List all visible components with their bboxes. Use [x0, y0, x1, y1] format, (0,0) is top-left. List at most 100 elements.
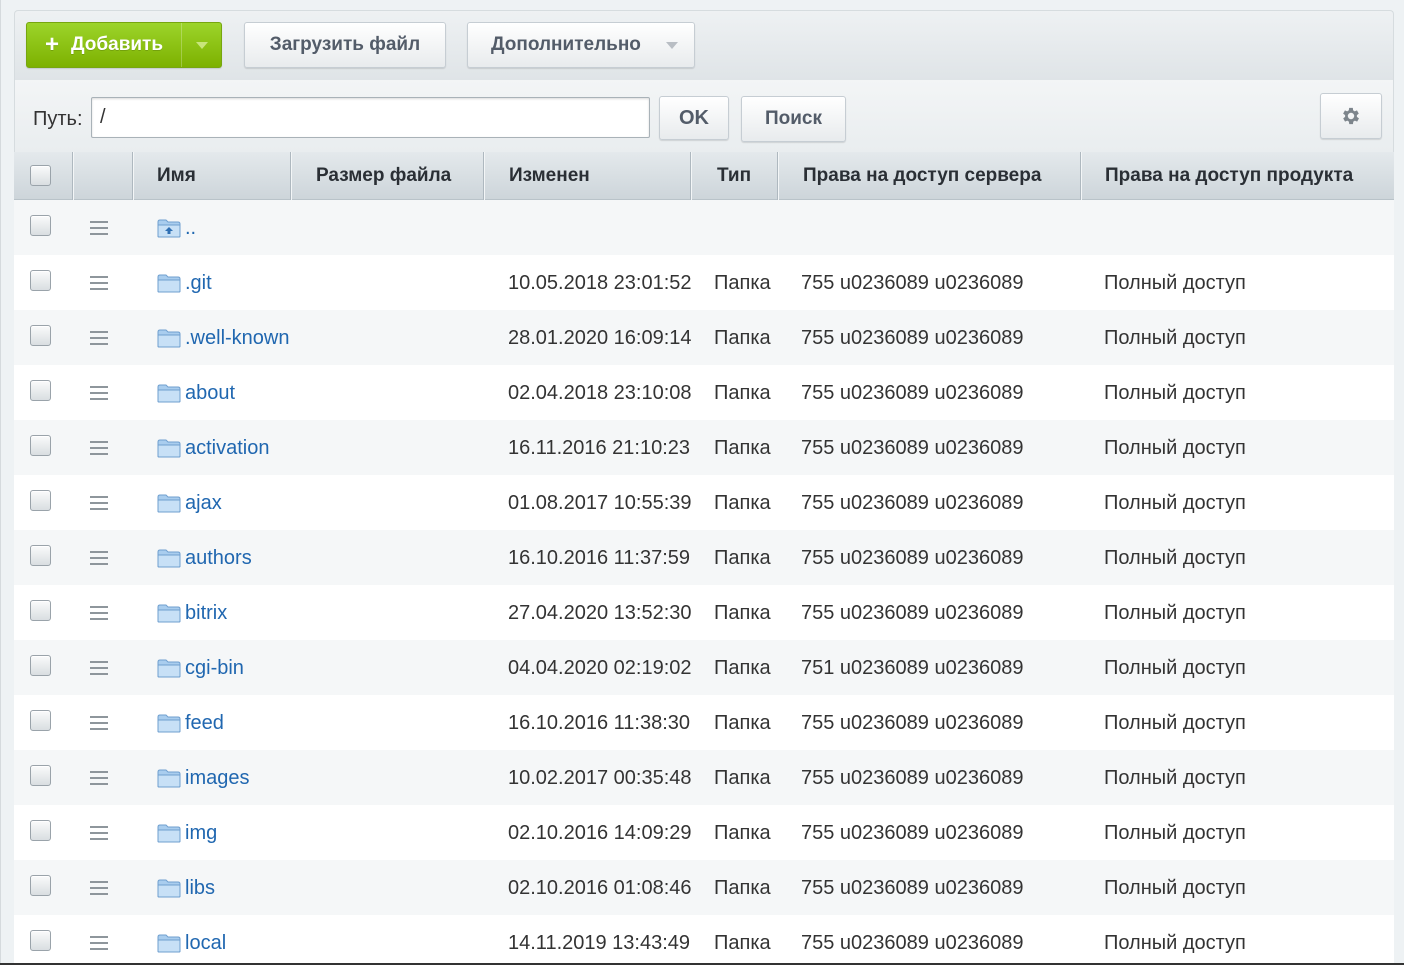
add-button-label: Добавить — [71, 34, 164, 55]
folder-icon — [157, 384, 181, 403]
folder-icon — [157, 329, 181, 348]
column-header-modified[interactable]: Изменен — [509, 152, 590, 200]
row-menu-icon[interactable] — [90, 496, 108, 510]
row-menu-icon[interactable] — [90, 276, 108, 290]
server-rights: 755 u0236089 u0236089 — [801, 822, 1024, 844]
folder-icon — [157, 934, 181, 953]
table-row[interactable] — [14, 200, 1394, 255]
file-name-link[interactable]: .. — [185, 218, 196, 238]
row-checkbox[interactable] — [30, 545, 51, 566]
file-name-link[interactable]: feed — [185, 713, 224, 733]
more-actions-button[interactable]: Дополнительно — [467, 22, 695, 68]
file-name-link[interactable]: .git — [185, 273, 212, 293]
add-dropdown-toggle[interactable] — [181, 23, 221, 67]
row-menu-icon[interactable] — [90, 936, 108, 950]
server-rights: 755 u0236089 u0236089 — [801, 382, 1024, 404]
modified-date: 16.10.2016 11:38:30 — [508, 712, 691, 734]
ok-button-label: OK — [679, 106, 709, 129]
row-menu-icon[interactable] — [90, 441, 108, 455]
row-checkbox[interactable] — [30, 270, 51, 291]
file-type: Папка — [714, 602, 771, 624]
file-name-link[interactable]: .well-known — [185, 328, 289, 348]
select-all-checkbox[interactable] — [30, 165, 51, 186]
row-checkbox[interactable] — [30, 215, 51, 236]
upload-file-label: Загрузить файл — [269, 34, 421, 55]
product-rights: Полный доступ — [1104, 712, 1246, 734]
upload-file-button[interactable]: Загрузить файл — [244, 22, 446, 68]
product-rights: Полный доступ — [1104, 437, 1246, 459]
modified-date: 04.04.2020 02:19:02 — [508, 657, 692, 679]
server-rights: 755 u0236089 u0236089 — [801, 272, 1024, 294]
column-header-type[interactable]: Тип — [717, 152, 751, 200]
server-rights: 755 u0236089 u0236089 — [801, 602, 1024, 624]
row-menu-icon[interactable] — [90, 881, 108, 895]
row-menu-icon[interactable] — [90, 661, 108, 675]
file-type: Папка — [714, 327, 771, 349]
search-button-label: Поиск — [764, 108, 823, 129]
row-menu-icon[interactable] — [90, 221, 108, 235]
file-name-link[interactable]: img — [185, 823, 217, 843]
file-type: Папка — [714, 382, 771, 404]
modified-date: 28.01.2020 16:09:14 — [508, 327, 692, 349]
row-checkbox[interactable] — [30, 600, 51, 621]
server-rights: 755 u0236089 u0236089 — [801, 712, 1024, 734]
file-type: Папка — [714, 492, 771, 514]
row-checkbox[interactable] — [30, 930, 51, 951]
row-checkbox[interactable] — [30, 380, 51, 401]
chevron-down-icon — [666, 42, 678, 49]
file-name-link[interactable]: bitrix — [185, 603, 227, 623]
modified-date: 27.04.2020 13:52:30 — [508, 602, 692, 624]
settings-button[interactable] — [1320, 93, 1382, 139]
file-name-link[interactable]: ajax — [185, 493, 222, 513]
more-actions-label: Дополнительно — [491, 34, 641, 55]
column-header-product-rights[interactable]: Права на доступ продукта — [1105, 152, 1353, 200]
modified-date: 01.08.2017 10:55:39 — [508, 492, 692, 514]
file-name-link[interactable]: about — [185, 383, 235, 403]
file-name-link[interactable]: libs — [185, 878, 215, 898]
row-checkbox[interactable] — [30, 435, 51, 456]
add-button[interactable]: + Добавить — [26, 22, 222, 68]
row-menu-icon[interactable] — [90, 771, 108, 785]
product-rights: Полный доступ — [1104, 657, 1246, 679]
file-name-link[interactable]: cgi-bin — [185, 658, 244, 678]
row-checkbox[interactable] — [30, 710, 51, 731]
row-menu-icon[interactable] — [90, 606, 108, 620]
folder-icon — [157, 439, 181, 458]
modified-date: 02.04.2018 23:10:08 — [508, 382, 692, 404]
row-checkbox[interactable] — [30, 490, 51, 511]
file-name-link[interactable]: images — [185, 768, 249, 788]
file-name-link[interactable]: activation — [185, 438, 270, 458]
row-menu-icon[interactable] — [90, 716, 108, 730]
column-header-server-rights[interactable]: Права на доступ сервера — [803, 152, 1041, 200]
row-menu-icon[interactable] — [90, 386, 108, 400]
ok-button[interactable]: OK — [659, 96, 729, 140]
column-header-name[interactable]: Имя — [157, 152, 196, 200]
product-rights: Полный доступ — [1104, 547, 1246, 569]
product-rights: Полный доступ — [1104, 822, 1246, 844]
plus-icon: + — [45, 31, 60, 58]
row-checkbox[interactable] — [30, 765, 51, 786]
gear-icon — [1343, 107, 1359, 125]
product-rights: Полный доступ — [1104, 272, 1246, 294]
row-menu-icon[interactable] — [90, 826, 108, 840]
column-divider — [1080, 152, 1081, 200]
path-input[interactable] — [91, 97, 650, 138]
file-name-link[interactable]: local — [185, 933, 226, 953]
product-rights: Полный доступ — [1104, 327, 1246, 349]
row-checkbox[interactable] — [30, 875, 51, 896]
row-menu-icon[interactable] — [90, 551, 108, 565]
row-checkbox[interactable] — [30, 325, 51, 346]
row-checkbox[interactable] — [30, 655, 51, 676]
file-type: Папка — [714, 822, 771, 844]
row-menu-icon[interactable] — [90, 331, 108, 345]
file-name-link[interactable]: authors — [185, 548, 252, 568]
row-checkbox[interactable] — [30, 820, 51, 841]
server-rights: 755 u0236089 u0236089 — [801, 547, 1024, 569]
server-rights: 755 u0236089 u0236089 — [801, 767, 1024, 789]
product-rights: Полный доступ — [1104, 932, 1246, 954]
search-button[interactable]: Поиск — [741, 96, 846, 142]
column-divider — [483, 152, 484, 200]
file-type: Папка — [714, 657, 771, 679]
column-header-size[interactable]: Размер файла — [316, 152, 451, 200]
server-rights: 755 u0236089 u0236089 — [801, 327, 1024, 349]
